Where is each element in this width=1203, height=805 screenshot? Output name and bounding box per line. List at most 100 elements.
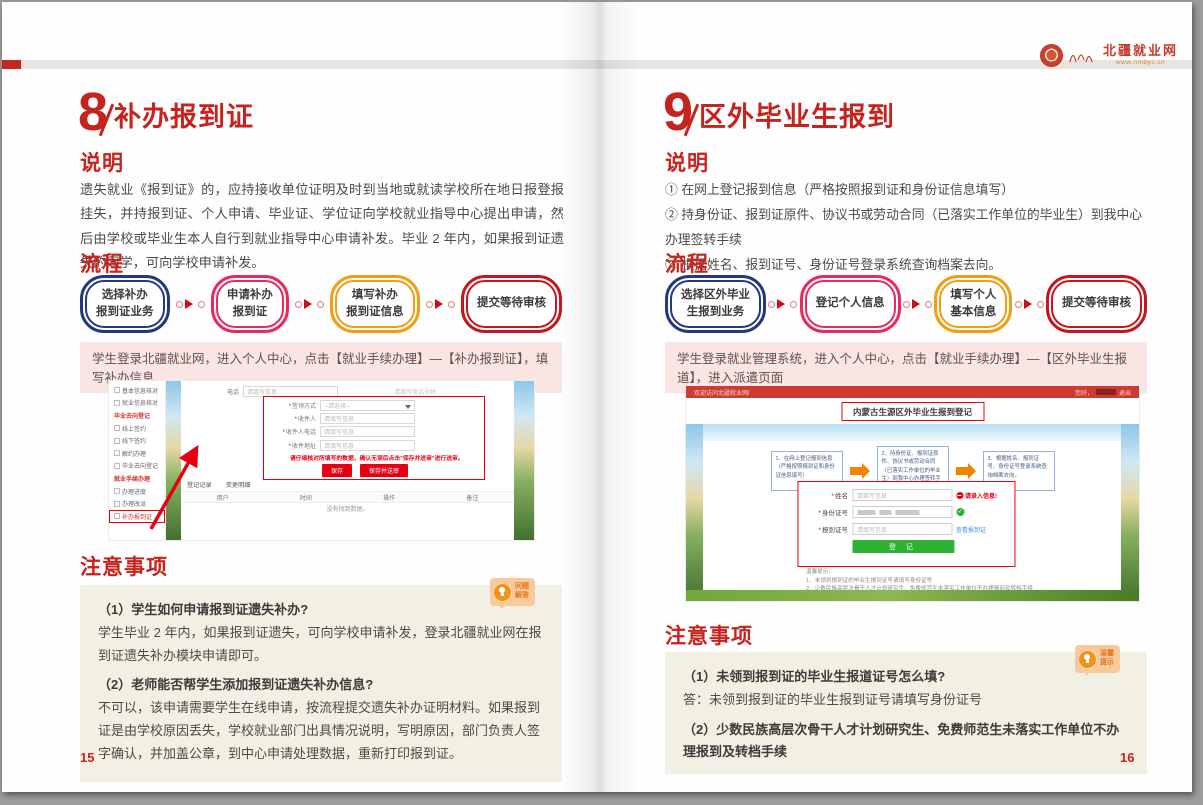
field-hint: 请填写电话号码 <box>394 387 436 396</box>
sidebar-item[interactable]: 基本信息核对 <box>109 384 165 397</box>
form-warning-text: 请仔细核对所填写的数据，确认无误后点击"保存并送审"进行送审。 <box>290 453 484 462</box>
left-flow-chart: 选择补办 报到证业务 申请补办 报到证 填写补办 报到证信息 提交等待审核 <box>80 275 562 333</box>
greeting-text: 您好， <box>1075 388 1093 397</box>
sidebar-item[interactable]: 线上签约 <box>109 422 165 435</box>
flow-arrow-icon <box>766 299 800 309</box>
menu-bullet-icon <box>114 387 120 393</box>
left-embedded-screenshot: 基本信息核对 就业信息核对 毕业去向登记 线上签约 线下签约 解约办理 毕业去向… <box>108 380 535 541</box>
heading-liucheng: 流程 <box>665 248 709 278</box>
sidebar-item[interactable]: 办理改派 <box>109 497 165 510</box>
flow-step: 登记个人信息 <box>800 275 901 333</box>
right-description: ① 在网上登记报到信息（严格按照报到证和身份证信息填写） ② 持身份证、报到证原… <box>665 178 1149 278</box>
note-answer: 学生毕业 2 年内，如果报到证遗失，可向学校申请补发，登录北疆就业网在报到证遗失… <box>98 622 544 668</box>
tips-line: 2、少数民族高层次骨干人才计划研究生、免费师范生未落实工作单位不办理报到及转档手… <box>806 585 1106 594</box>
recipient-input[interactable]: 请填写信息 <box>320 413 415 424</box>
scenery-strip <box>166 381 181 540</box>
warning-icon <box>956 492 963 499</box>
heading-zhuyi: 注意事项 <box>665 620 753 650</box>
masked-text-block <box>857 510 875 515</box>
site-logo: 北疆就业网 www.nmbys.cn <box>1040 44 1178 67</box>
heading-liucheng: 流程 <box>80 248 124 278</box>
sidebar-item[interactable]: 解约办理 <box>109 447 165 460</box>
sidebar-item[interactable]: 线下签约 <box>109 434 165 447</box>
field-label: *身份证号 <box>804 507 848 517</box>
tab-change-detail[interactable]: 变更明细 <box>226 480 251 489</box>
book-spread: 北疆就业网 www.nmbys.cn 8 补办报到证 说明 遗失就业《报到证》的… <box>2 2 1192 792</box>
masked-username <box>1096 389 1116 395</box>
band-red-accent <box>2 60 21 69</box>
description-item: ② 持身份证、报到证原件、协议书或劳动合同（已落实工作单位的毕业生）到我中心办理… <box>665 203 1149 253</box>
tips-title: 温馨提示： <box>806 568 1106 577</box>
field-label: *收件地址 <box>264 441 316 450</box>
scenery-strip <box>686 424 703 601</box>
save-button[interactable]: 保存 <box>322 464 352 477</box>
flow-step: 申请补办 报到证 <box>211 275 289 333</box>
id-number-input[interactable] <box>852 506 952 518</box>
menu-bullet-icon <box>114 463 120 469</box>
menu-bullet-icon <box>114 438 120 444</box>
name-input[interactable]: 请填写信息 <box>852 489 952 501</box>
field-label: *报到证号 <box>804 524 848 534</box>
section-title: 补办报到证 <box>114 95 254 134</box>
menu-bullet-icon <box>114 488 120 494</box>
scenery-strip <box>1121 424 1139 601</box>
welcome-text: 欢迎访问北疆就业网! <box>694 388 750 397</box>
mini-page-title: 内蒙古生源区外毕业生报到登记 <box>841 402 984 421</box>
flow-step: 提交等待审核 <box>461 275 562 333</box>
address-input[interactable]: 请填写信息 <box>320 440 415 451</box>
site-name: 北疆就业网 <box>1103 44 1178 58</box>
flow-arrow-icon <box>1012 299 1046 309</box>
scenery-strip <box>514 381 535 540</box>
mini-tips: 温馨提示： 1、未领到报到证的毕业生报到证号请填写身份证号 2、少数民族高层次骨… <box>806 568 1106 594</box>
sidebar-section: 毕业去向登记 <box>109 409 165 422</box>
mini-sidebar: 基本信息核对 就业信息核对 毕业去向登记 线上签约 线下签约 解约办理 毕业去向… <box>109 381 166 540</box>
flow-step: 填写个人 基本信息 <box>934 275 1012 333</box>
field-label: *收件人 <box>264 414 316 423</box>
mini-table-header: 用户 时间 操作 备注 <box>181 491 514 503</box>
step-arrow-icon <box>850 467 862 475</box>
flow-arrow-icon <box>289 299 330 309</box>
mini-body: 1、在网上登记报到信息（严格按照报到证和身份证信息填写） 2、持身份证、报到证原… <box>686 424 1139 601</box>
lightbulb-icon <box>493 583 512 602</box>
menu-bullet-icon <box>114 513 120 519</box>
tips-badge: 温馨 提示 <box>1075 645 1120 673</box>
sidebar-item[interactable]: 就业信息核对 <box>109 397 165 410</box>
dropdown-caret-icon <box>405 405 411 412</box>
qa-badge: 问题 解答 <box>490 578 535 606</box>
step-arrow-icon <box>956 467 968 475</box>
save-and-submit-button[interactable]: 保存并送审 <box>360 464 408 477</box>
highlight-annotation-box: *姓名 请填写信息 请录入信息! *身份证号 ✓ *报到证号 请填写信息 查看报… <box>797 481 1015 567</box>
error-status: 请录入信息! <box>956 491 997 500</box>
field-label: *收件人电话 <box>264 427 316 436</box>
sidebar-section: 就业手续办理 <box>109 472 165 485</box>
menu-bullet-icon <box>114 450 120 456</box>
left-description: 遗失就业《报到证》的，应持接收单位证明及时到当地或就读学校所在地日报登报挂失，并… <box>80 178 564 276</box>
view-certificate-link[interactable]: 查看报到证 <box>956 525 986 534</box>
register-button[interactable]: 登 记 <box>852 540 954 553</box>
note-question: （2）老师能否帮学生添加报到证遗失补办信息? <box>98 674 544 697</box>
certificate-number-input[interactable]: 请填写信息 <box>852 523 952 535</box>
page-gutter-shadow <box>560 2 640 792</box>
badge-label: 问题 解答 <box>515 583 529 601</box>
masked-text-block <box>879 510 891 515</box>
flow-step: 提交等待审核 <box>1046 275 1147 333</box>
logo-calligraphy-icon <box>1068 47 1098 65</box>
logout-link[interactable]: 退出 <box>1119 388 1131 397</box>
left-notes-box: （1）学生如何申请报到证遗失补办? 学生毕业 2 年内，如果报到证遗失，可向学校… <box>80 585 562 782</box>
menu-bullet-icon <box>114 400 120 406</box>
menu-bullet-icon <box>114 501 120 507</box>
note-question: （1）未领到报到证的毕业生报道证号怎么填? <box>683 666 1129 689</box>
note-answer: 不可以，该申请需要学生在线申请，按流程提交遗失补办证明材料。如果报到证是由学校原… <box>98 697 544 765</box>
site-url: www.nmbys.cn <box>1116 59 1165 67</box>
description-item: ① 在网上登记报到信息（严格按照报到证和身份证信息填写） <box>665 178 1149 203</box>
right-embedded-screenshot: 欢迎访问北疆就业网! 您好， 退出 内蒙古生源区外毕业生报到登记 1、在网上登记… <box>685 385 1140 602</box>
tab-registration-record[interactable]: 登记记录 <box>187 480 212 489</box>
recipient-phone-input[interactable]: 请填写信息 <box>320 426 415 437</box>
sidebar-item-buban-baodaozheng[interactable]: 补办报到证 <box>109 510 165 523</box>
sidebar-item[interactable]: 办理进度 <box>109 485 165 498</box>
menu-bullet-icon <box>114 425 120 431</box>
flow-step: 填写补办 报到证信息 <box>330 275 420 333</box>
delivery-method-select[interactable]: --请选择-- <box>320 400 415 411</box>
sidebar-item[interactable]: 毕业去向登记 <box>109 460 165 473</box>
logo-text: 北疆就业网 www.nmbys.cn <box>1103 44 1178 66</box>
